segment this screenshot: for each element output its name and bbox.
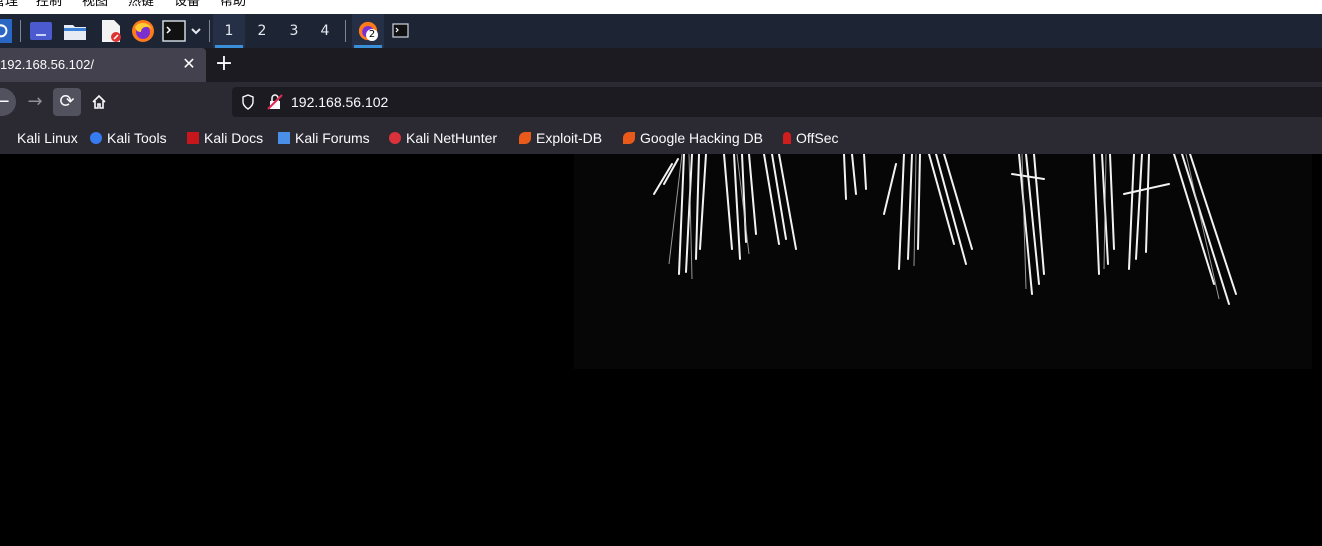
kali-panel: 1 2 3 4 2 <box>0 14 1322 49</box>
panel-separator <box>20 20 21 42</box>
workspace-4[interactable]: 4 <box>309 14 341 48</box>
chevron-down-icon[interactable] <box>190 19 202 43</box>
bookmarks-toolbar: Kali Linux Kali Tools Kali Docs Kali For… <box>0 122 1322 155</box>
bookmark-kali-forums[interactable]: Kali Forums <box>278 129 370 147</box>
scratched-letters-artwork <box>653 153 1237 305</box>
home-icon <box>92 94 106 109</box>
kali-menu-icon[interactable] <box>0 19 12 43</box>
panel-separator <box>209 20 210 42</box>
url-text: 192.168.56.102 <box>291 94 389 110</box>
url-bar[interactable]: 192.168.56.102 <box>232 87 1322 117</box>
reload-button[interactable]: ⟳ <box>53 88 81 116</box>
bookmark-exploit-db[interactable]: Exploit-DB <box>519 129 602 147</box>
window-count-badge: 2 <box>366 29 378 41</box>
back-button[interactable]: ← <box>0 88 16 116</box>
vm-menu-manage[interactable]: 管理 <box>0 0 18 8</box>
exploit-db-icon <box>519 132 531 144</box>
show-desktop-icon[interactable] <box>29 19 53 43</box>
kali-dragon-icon <box>0 132 12 144</box>
panel-separator <box>345 20 346 42</box>
nav-toolbar: ← → ⟳ 192.168.56.102 <box>0 82 1322 122</box>
bookmark-kali-nethunter[interactable]: Kali NetHunter <box>389 129 497 147</box>
workspace-1[interactable]: 1 <box>213 14 245 48</box>
text-editor-icon[interactable] <box>99 19 123 43</box>
vm-menu-devices[interactable]: 设备 <box>174 0 200 8</box>
vm-menu-control[interactable]: 控制 <box>36 0 62 8</box>
taskbar-terminal-window[interactable] <box>392 19 410 43</box>
firefox-icon[interactable] <box>131 19 155 43</box>
close-tab-icon[interactable]: ✕ <box>180 55 198 73</box>
shield-icon <box>242 94 254 110</box>
terminal-icon[interactable] <box>162 19 186 43</box>
home-button[interactable] <box>85 88 113 116</box>
bookmark-google-hacking-db[interactable]: Google Hacking DB <box>623 129 763 147</box>
tab-strip: 192.168.56.102/ ✕ + <box>0 48 1322 82</box>
bookmark-offsec[interactable]: OffSec <box>783 129 839 147</box>
kali-tools-icon <box>90 132 102 144</box>
bookmark-kali-docs[interactable]: Kali Docs <box>187 129 263 147</box>
taskbar-firefox-window[interactable]: 2 <box>352 14 384 48</box>
page-content <box>0 153 1322 546</box>
vm-menu-bar: 管理 控制 视图 热键 设备 帮助 <box>0 0 1322 14</box>
ghdb-icon <box>623 132 635 144</box>
file-manager-icon[interactable] <box>63 19 87 43</box>
offsec-icon <box>783 132 791 144</box>
workspace-3[interactable]: 3 <box>278 14 310 48</box>
bookmark-kali-tools[interactable]: Kali Tools <box>90 129 167 147</box>
vm-menu-hotkeys[interactable]: 热键 <box>128 0 154 8</box>
nethunter-icon <box>389 132 401 144</box>
kali-forums-icon <box>278 132 290 144</box>
new-tab-icon[interactable]: + <box>212 53 236 77</box>
browser-tab[interactable]: 192.168.56.102/ ✕ <box>0 48 206 82</box>
vm-menu-help[interactable]: 帮助 <box>220 0 246 8</box>
bookmark-kali-linux[interactable]: Kali Linux <box>0 129 78 147</box>
banner-image <box>574 153 1312 369</box>
forward-button[interactable]: → <box>21 88 49 116</box>
insecure-lock-icon <box>267 94 283 110</box>
tab-title: 192.168.56.102/ <box>0 57 94 72</box>
vm-menu-view[interactable]: 视图 <box>82 0 108 8</box>
kali-docs-icon <box>187 132 199 144</box>
workspace-2[interactable]: 2 <box>246 14 278 48</box>
